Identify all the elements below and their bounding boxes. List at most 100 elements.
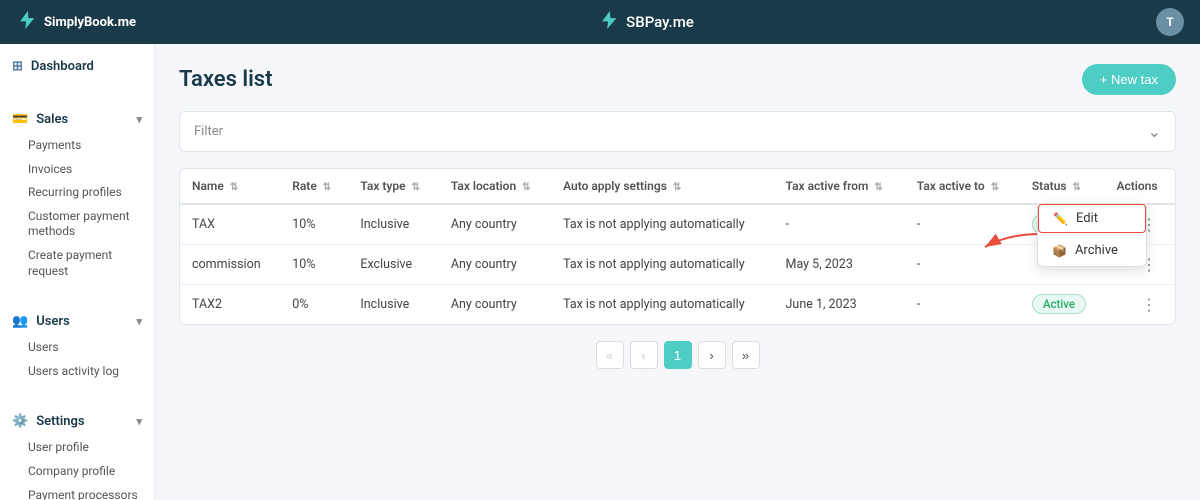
sidebar-item-create-payment-request[interactable]: Create payment request <box>28 244 154 283</box>
cell-to-0: - <box>905 204 1020 245</box>
cell-location-0: Any country <box>439 204 551 245</box>
new-tax-button[interactable]: + New tax <box>1082 64 1176 95</box>
avatar-letter: T <box>1166 15 1173 29</box>
cell-status-2: Active <box>1020 285 1105 325</box>
dashboard-icon: ⊞ <box>12 59 23 74</box>
sidebar: ⊞ Dashboard 💳 Sales ▾ Payments Invoices … <box>0 44 155 500</box>
users-label: Users <box>36 314 70 329</box>
table-row: TAX2 0% Inclusive Any country Tax is not… <box>180 285 1175 325</box>
sidebar-section-settings[interactable]: ⚙️ Settings ▾ <box>0 407 154 436</box>
sidebar-item-company-profile[interactable]: Company profile <box>28 460 154 484</box>
filter-label: Filter <box>194 124 223 139</box>
user-avatar[interactable]: T <box>1156 8 1184 36</box>
users-chevron-icon: ▾ <box>136 315 142 328</box>
sort-auto-icon: ⇅ <box>673 182 681 193</box>
sort-type-icon: ⇅ <box>412 182 420 193</box>
table-body: TAX 10% Inclusive Any country Tax is not… <box>180 204 1175 324</box>
sort-to-icon: ⇅ <box>991 182 999 193</box>
settings-icon: ⚙️ <box>12 414 28 429</box>
archive-label: Archive <box>1075 243 1118 258</box>
table-row: commission 10% Exclusive Any country Tax… <box>180 245 1175 285</box>
actions-dropdown: ✏️ Edit 📦 Archive <box>1037 203 1147 267</box>
page-header: Taxes list + New tax <box>179 64 1176 95</box>
cell-type-2: Inclusive <box>348 285 439 325</box>
table-header: Name ⇅ Rate ⇅ Tax type ⇅ Tax location <box>180 169 1175 204</box>
sidebar-item-dashboard[interactable]: ⊞ Dashboard <box>0 52 154 81</box>
sales-icon: 💳 <box>12 112 28 127</box>
taxes-table: Name ⇅ Rate ⇅ Tax type ⇅ Tax location <box>180 169 1175 324</box>
dropdown-edit-button[interactable]: ✏️ Edit <box>1038 204 1146 233</box>
sales-submenu: Payments Invoices Recurring profiles Cus… <box>0 134 154 283</box>
cell-rate-2: 0% <box>280 285 348 325</box>
cell-auto-2: Tax is not applying automatically <box>551 285 773 325</box>
cell-from-2: June 1, 2023 <box>774 285 905 325</box>
edit-label: Edit <box>1076 211 1098 226</box>
sidebar-item-payment-processors[interactable]: Payment processors <box>28 484 154 500</box>
top-navigation: SimplyBook.me SBPay.me T <box>0 0 1200 44</box>
page-title: Taxes list <box>179 67 272 92</box>
users-icon: 👥 <box>12 314 28 329</box>
sidebar-item-invoices[interactable]: Invoices <box>28 158 154 182</box>
col-active-to[interactable]: Tax active to ⇅ <box>905 169 1020 204</box>
cell-type-1: Exclusive <box>348 245 439 285</box>
sidebar-section-sales[interactable]: 💳 Sales ▾ <box>0 105 154 134</box>
pagination-first[interactable]: « <box>596 341 624 369</box>
dashboard-label: Dashboard <box>31 59 94 74</box>
app-brand: SBPay.me <box>598 9 694 35</box>
pagination-page-1[interactable]: 1 <box>664 341 692 369</box>
pagination-next[interactable]: › <box>698 341 726 369</box>
col-rate[interactable]: Rate ⇅ <box>280 169 348 204</box>
sales-label: Sales <box>36 112 68 127</box>
sidebar-item-users[interactable]: Users <box>28 336 154 360</box>
settings-submenu: User profile Company profile Payment pro… <box>0 436 154 500</box>
pagination-last[interactable]: » <box>732 341 760 369</box>
sidebar-section-users[interactable]: 👥 Users ▾ <box>0 307 154 336</box>
three-dots-menu-2[interactable]: ⋮ <box>1135 293 1163 316</box>
cell-from-0: - <box>774 204 905 245</box>
cell-actions-1[interactable]: ⋮ ✏️ Edit 📦 Archive <box>1104 245 1175 285</box>
status-badge-2: Active <box>1032 294 1086 314</box>
sidebar-item-recurring-profiles[interactable]: Recurring profiles <box>28 181 154 205</box>
sort-rate-icon: ⇅ <box>323 182 331 193</box>
sidebar-item-customer-payment-methods[interactable]: Customer payment methods <box>28 205 154 244</box>
cell-rate-0: 10% <box>280 204 348 245</box>
cell-auto-1: Tax is not applying automatically <box>551 245 773 285</box>
cell-actions-2[interactable]: ⋮ <box>1104 285 1175 325</box>
logo-icon <box>16 9 38 36</box>
sales-chevron-icon: ▾ <box>136 113 142 126</box>
col-tax-type[interactable]: Tax type ⇅ <box>348 169 439 204</box>
sidebar-item-users-activity-log[interactable]: Users activity log <box>28 360 154 384</box>
cell-to-1: - <box>905 245 1020 285</box>
sidebar-item-payments[interactable]: Payments <box>28 134 154 158</box>
sort-name-icon: ⇅ <box>230 182 238 193</box>
main-content: Taxes list + New tax Filter ⌄ Name ⇅ Rat… <box>155 44 1200 500</box>
cell-auto-0: Tax is not applying automatically <box>551 204 773 245</box>
brand-icon <box>598 9 620 35</box>
cell-to-2: - <box>905 285 1020 325</box>
sort-location-icon: ⇅ <box>522 182 530 193</box>
col-tax-location[interactable]: Tax location ⇅ <box>439 169 551 204</box>
settings-label: Settings <box>36 414 84 429</box>
col-status[interactable]: Status ⇅ <box>1020 169 1105 204</box>
filter-bar[interactable]: Filter ⌄ <box>179 111 1176 152</box>
col-auto-apply[interactable]: Auto apply settings ⇅ <box>551 169 773 204</box>
logo[interactable]: SimplyBook.me <box>16 9 136 36</box>
brand-text: SBPay.me <box>626 13 694 31</box>
sort-from-icon: ⇅ <box>874 182 882 193</box>
dropdown-archive-button[interactable]: 📦 Archive <box>1038 235 1146 266</box>
archive-icon: 📦 <box>1052 244 1067 258</box>
cell-location-2: Any country <box>439 285 551 325</box>
logo-text: SimplyBook.me <box>44 15 136 30</box>
col-name[interactable]: Name ⇅ <box>180 169 280 204</box>
cell-location-1: Any country <box>439 245 551 285</box>
col-active-from[interactable]: Tax active from ⇅ <box>774 169 905 204</box>
pagination-prev[interactable]: ‹ <box>630 341 658 369</box>
cell-name-2: TAX2 <box>180 285 280 325</box>
cell-type-0: Inclusive <box>348 204 439 245</box>
cell-name-0: TAX <box>180 204 280 245</box>
cell-rate-1: 10% <box>280 245 348 285</box>
sidebar-item-user-profile[interactable]: User profile <box>28 436 154 460</box>
col-actions: Actions <box>1104 169 1175 204</box>
cell-name-1: commission <box>180 245 280 285</box>
users-submenu: Users Users activity log <box>0 336 154 383</box>
